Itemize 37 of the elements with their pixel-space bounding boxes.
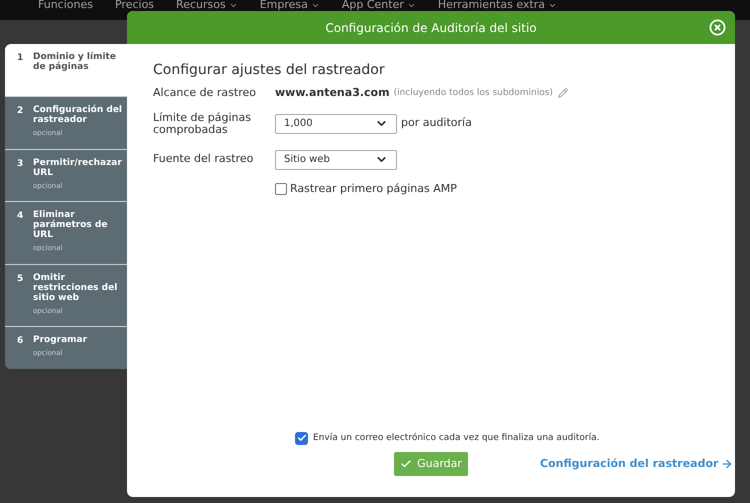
domain-note: (incluyendo todos los subdominios)	[394, 86, 553, 100]
step-title: Configuración del rastreador	[33, 105, 124, 125]
page-limit-select[interactable]: 1,000	[275, 114, 397, 134]
step-number: 5	[17, 272, 24, 286]
field-label: Alcance de rastreo	[153, 85, 257, 101]
step-title: Programar	[33, 335, 88, 345]
nav-item[interactable]: Empresa	[260, 0, 320, 10]
field-suffix: por auditoría	[401, 115, 472, 132]
nav-item[interactable]: Herramientas extra	[438, 0, 557, 10]
domain-text: www.antena3.com	[275, 85, 390, 101]
source-select[interactable]: Sitio web	[275, 150, 397, 170]
step-number: 2	[17, 105, 24, 118]
step-number: 1	[17, 52, 24, 65]
step-number: 4	[17, 210, 24, 223]
nav-item[interactable]: Precios	[114, 0, 154, 10]
pencil-icon[interactable]	[558, 88, 568, 98]
arrow-right-icon	[721, 458, 734, 470]
checkbox[interactable]	[295, 432, 308, 445]
nav-item[interactable]: Funciones	[38, 0, 93, 10]
nav-item[interactable]: App Center	[342, 0, 416, 10]
step-title: Eliminar parámetros de URL	[33, 210, 108, 240]
field-label: Fuente del rastreo	[153, 151, 254, 168]
step-number: 6	[17, 335, 24, 348]
checkbox-label: Rastrear primero páginas AMP	[290, 180, 457, 196]
checkbox-label: Envía un correo electrónico cada vez que finaliza una auditoría.	[313, 432, 600, 444]
step-title: Permitir/rechazar URL	[33, 158, 123, 178]
checkbox[interactable]	[275, 182, 287, 195]
step-number: 3	[17, 158, 24, 170]
close-icon[interactable]	[709, 19, 726, 36]
field-label: Límite de páginas comprobadas	[153, 112, 252, 136]
section-heading: Configurar ajustes del rastreador	[153, 61, 386, 80]
step-item[interactable]: 1 Dominio y límite de páginas	[5, 44, 129, 96]
check-icon	[400, 458, 412, 470]
dialog-title: Configuración de Auditoría del sitio	[325, 20, 537, 36]
step-title: Omitir restricciones del sitio web	[33, 272, 118, 302]
nav-item[interactable]: Recursos	[176, 0, 238, 10]
step-title: Dominio y límite de páginas	[33, 52, 117, 72]
